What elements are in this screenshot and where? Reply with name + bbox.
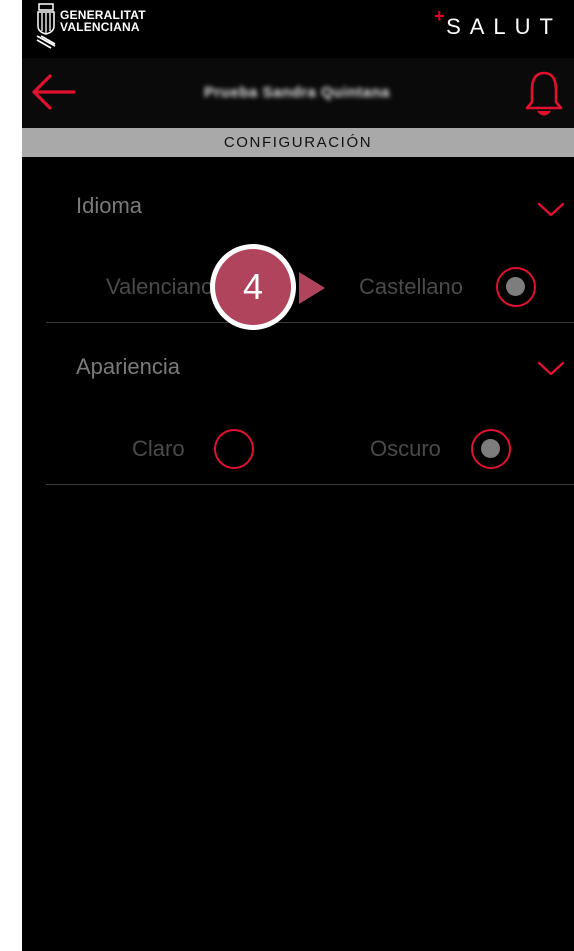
chevron-down-icon[interactable] bbox=[536, 200, 566, 220]
option-oscuro-label[interactable]: Oscuro bbox=[370, 436, 441, 462]
step-callout: 4 bbox=[210, 244, 296, 330]
option-claro-label[interactable]: Claro bbox=[132, 436, 185, 462]
brand-line-2: VALENCIANA bbox=[60, 20, 140, 34]
section-header: CONFIGURACIÓN bbox=[22, 128, 574, 157]
appearance-title: Apariencia bbox=[76, 354, 180, 379]
divider bbox=[46, 484, 574, 485]
radio-selected-dot bbox=[481, 439, 500, 458]
option-valenciano-label[interactable]: Valenciano bbox=[106, 274, 213, 300]
language-title: Idioma bbox=[76, 193, 143, 218]
app-name: SALUT bbox=[446, 14, 562, 39]
arrow-left-icon[interactable] bbox=[28, 72, 78, 112]
salut-plus: + bbox=[434, 6, 445, 26]
brand-text: GENERALITAT VALENCIANA bbox=[60, 9, 146, 33]
oscuro-radio[interactable] bbox=[471, 429, 511, 469]
chevron-down-icon[interactable] bbox=[536, 359, 566, 379]
radio-selected-dot bbox=[506, 277, 525, 296]
section-title: CONFIGURACIÓN bbox=[223, 134, 373, 151]
divider bbox=[46, 322, 574, 323]
option-castellano-label[interactable]: Castellano bbox=[359, 274, 463, 300]
navigation-bar: Prueba Sandra Quintana bbox=[22, 58, 574, 128]
bell-icon[interactable] bbox=[522, 68, 566, 118]
top-brand-bar: GENERALITAT VALENCIANA + SALUT bbox=[22, 0, 574, 58]
phone-screen: GENERALITAT VALENCIANA + SALUT Prueba Sa… bbox=[22, 0, 574, 951]
user-name: Prueba Sandra Quintana bbox=[203, 84, 391, 101]
castellano-radio[interactable] bbox=[496, 267, 536, 307]
step-number: 4 bbox=[215, 249, 291, 325]
callout-pointer bbox=[299, 272, 325, 304]
claro-radio[interactable] bbox=[214, 429, 254, 469]
generalitat-crest-icon bbox=[36, 3, 56, 49]
